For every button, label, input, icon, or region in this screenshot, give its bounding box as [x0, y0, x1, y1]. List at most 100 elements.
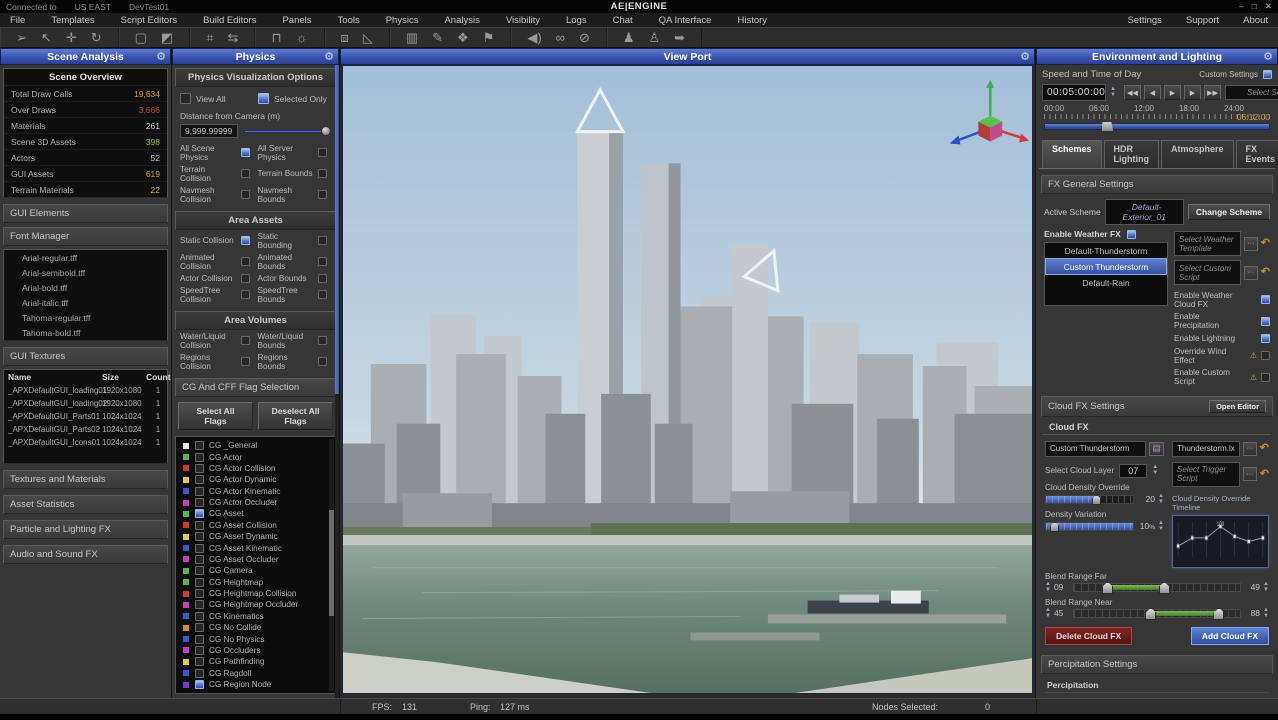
menu-item-right[interactable]: Settings: [1128, 15, 1162, 26]
path-query-icon[interactable]: ➥: [674, 31, 685, 44]
menu-item[interactable]: History: [737, 15, 767, 26]
flag-checkbox[interactable]: [195, 612, 204, 621]
density-override-slider[interactable]: 20 ▲▼: [1045, 494, 1164, 505]
physics-checkbox[interactable]: [318, 336, 327, 345]
play-button[interactable]: ▶: [1164, 85, 1181, 100]
flag-row[interactable]: CG Region Node: [176, 679, 335, 690]
flag-checkbox[interactable]: [195, 464, 204, 473]
menu-item[interactable]: Visibility: [506, 15, 540, 26]
env-tab[interactable]: Schemes: [1042, 140, 1102, 168]
flag-row[interactable]: CG Camera: [176, 565, 335, 576]
flag-checkbox[interactable]: [195, 555, 204, 564]
flag-row[interactable]: CG Asset Collision: [176, 520, 335, 531]
toggle-checkbox[interactable]: [1261, 295, 1270, 304]
cloud-layer-stepper[interactable]: ▲▼: [1152, 465, 1158, 476]
texture-row[interactable]: _APXDefaultGUI_loading01 1920x1080 1: [4, 384, 167, 397]
cloud-layer-value[interactable]: 07: [1119, 464, 1147, 478]
step-back-button[interactable]: ◀: [1144, 85, 1161, 100]
link-icon[interactable]: ∞: [556, 31, 565, 44]
flag-row[interactable]: CG No Collide: [176, 622, 335, 633]
flag-row[interactable]: CG Pathfinding: [176, 656, 335, 667]
snap-grid-icon[interactable]: ⌗: [206, 31, 213, 44]
scrollbar-thumb[interactable]: [335, 65, 339, 394]
fx-general-title[interactable]: FX General Settings: [1041, 175, 1273, 194]
density-override-stepper[interactable]: ▲▼: [1158, 494, 1164, 505]
physics-checkbox[interactable]: [318, 357, 327, 366]
blend-far-low-stepper[interactable]: ▲▼: [1045, 582, 1051, 593]
distance-slider[interactable]: [244, 127, 331, 135]
selected-only-checkbox[interactable]: [258, 93, 269, 104]
texture-row[interactable]: _APXDefaultGUI_Icons01 1024x1024 1: [4, 436, 167, 449]
scheme-list-item[interactable]: Default-Thunderstorm: [1045, 243, 1167, 258]
undo-icon[interactable]: ↶: [1261, 267, 1270, 278]
audio-icon[interactable]: ◀): [527, 31, 541, 44]
blend-far-high-stepper[interactable]: ▲▼: [1263, 582, 1269, 593]
physics-checkbox[interactable]: [318, 190, 327, 199]
percipitation-settings-bar[interactable]: Percipitation Settings: [1041, 655, 1273, 674]
flag-checkbox[interactable]: [195, 509, 204, 518]
menu-item-right[interactable]: About: [1243, 15, 1268, 26]
flag-checkbox[interactable]: [195, 623, 204, 632]
gear-icon[interactable]: ⚙: [1263, 50, 1273, 63]
toggle-checkbox[interactable]: [1261, 334, 1270, 343]
font-list-item[interactable]: Arial-semibold.tff: [4, 265, 167, 280]
menu-item[interactable]: File: [10, 15, 25, 26]
env-tab[interactable]: FX Events: [1236, 140, 1278, 168]
font-list-item[interactable]: Arial-bold.tff: [4, 280, 167, 295]
flag-checkbox[interactable]: [195, 441, 204, 450]
range-handle-low[interactable]: [1102, 582, 1113, 594]
browse-trigger-button[interactable]: ···: [1243, 467, 1257, 481]
flag-row[interactable]: CG _General: [176, 440, 335, 451]
flick-select-icon[interactable]: ➢: [16, 31, 27, 44]
gear-icon[interactable]: ⚙: [156, 50, 166, 63]
scrollbar-thumb[interactable]: [329, 510, 334, 616]
physics-checkbox[interactable]: [318, 274, 327, 283]
physics-checkbox[interactable]: [318, 290, 327, 299]
custom-settings-checkbox[interactable]: [1263, 70, 1272, 79]
font-list-item[interactable]: Tahoma-bold.tff: [4, 325, 167, 340]
unlink-icon[interactable]: ⊘: [579, 31, 590, 44]
flag-row[interactable]: CG Actor Kinematic: [176, 486, 335, 497]
flag-checkbox[interactable]: [195, 589, 204, 598]
custom-script-field[interactable]: Select Custom Script: [1174, 260, 1241, 285]
time-of-day-slider[interactable]: 06:12:00: [1044, 121, 1270, 132]
blend-far-slider[interactable]: ▲▼ 09 49 ▲▼: [1045, 582, 1269, 593]
flag-selection-title[interactable]: CG And CFF Flag Selection: [175, 378, 336, 397]
range-handle-high[interactable]: [1213, 608, 1224, 620]
flag-checkbox[interactable]: [195, 532, 204, 541]
flag-row[interactable]: CG Actor: [176, 451, 335, 462]
time-field[interactable]: 00:05:00:00: [1042, 84, 1106, 101]
flag-row[interactable]: CG Asset: [176, 508, 335, 519]
flag-row[interactable]: CG Asset Dynamic: [176, 531, 335, 542]
browse-template-button[interactable]: ···: [1244, 237, 1258, 251]
step-forward-button[interactable]: ▶: [1184, 85, 1201, 100]
package-icon[interactable]: ⧈: [341, 31, 349, 44]
flag-checkbox[interactable]: [195, 646, 204, 655]
menu-item[interactable]: Tools: [338, 15, 360, 26]
flag-checkbox[interactable]: [195, 635, 204, 644]
marquee-select-icon[interactable]: ▢: [135, 31, 147, 44]
menu-item[interactable]: Templates: [51, 15, 94, 26]
menu-item[interactable]: Chat: [613, 15, 633, 26]
physics-checkbox[interactable]: [241, 336, 250, 345]
menu-item[interactable]: Build Editors: [203, 15, 256, 26]
menu-item[interactable]: Script Editors: [121, 15, 178, 26]
flag-row[interactable]: CG Actor Dynamic: [176, 474, 335, 485]
script-flag-icon[interactable]: ⚑: [483, 31, 495, 44]
flag-checkbox[interactable]: [195, 657, 204, 666]
physics-panel-scrollbar[interactable]: [335, 65, 339, 698]
font-list-item[interactable]: Arial-regular.tff: [4, 250, 167, 265]
scheme-list-item[interactable]: Custom Thunderstorm: [1045, 258, 1167, 275]
flag-checkbox[interactable]: [195, 453, 204, 462]
browse-cloud-script-button[interactable]: ···: [1243, 442, 1257, 456]
scheme-list-item[interactable]: Default-Rain: [1045, 275, 1167, 290]
flag-checkbox[interactable]: [195, 521, 204, 530]
flag-list-scrollbar[interactable]: [329, 439, 334, 691]
flag-checkbox[interactable]: [195, 475, 204, 484]
flag-checkbox[interactable]: [195, 680, 204, 689]
blend-near-high-stepper[interactable]: ▲▼: [1263, 608, 1269, 619]
blend-near-low-stepper[interactable]: ▲▼: [1045, 608, 1051, 619]
ramp-icon[interactable]: ◺: [363, 31, 373, 44]
distance-slider-handle[interactable]: [321, 126, 331, 136]
range-handle-high[interactable]: [1159, 582, 1170, 594]
